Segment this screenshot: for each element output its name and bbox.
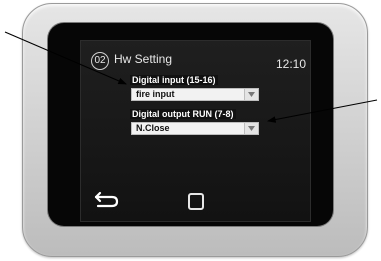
callout-arrow-right bbox=[266, 99, 378, 123]
callout-arrow-left bbox=[4, 31, 128, 85]
annotation-callouts bbox=[4, 31, 378, 123]
